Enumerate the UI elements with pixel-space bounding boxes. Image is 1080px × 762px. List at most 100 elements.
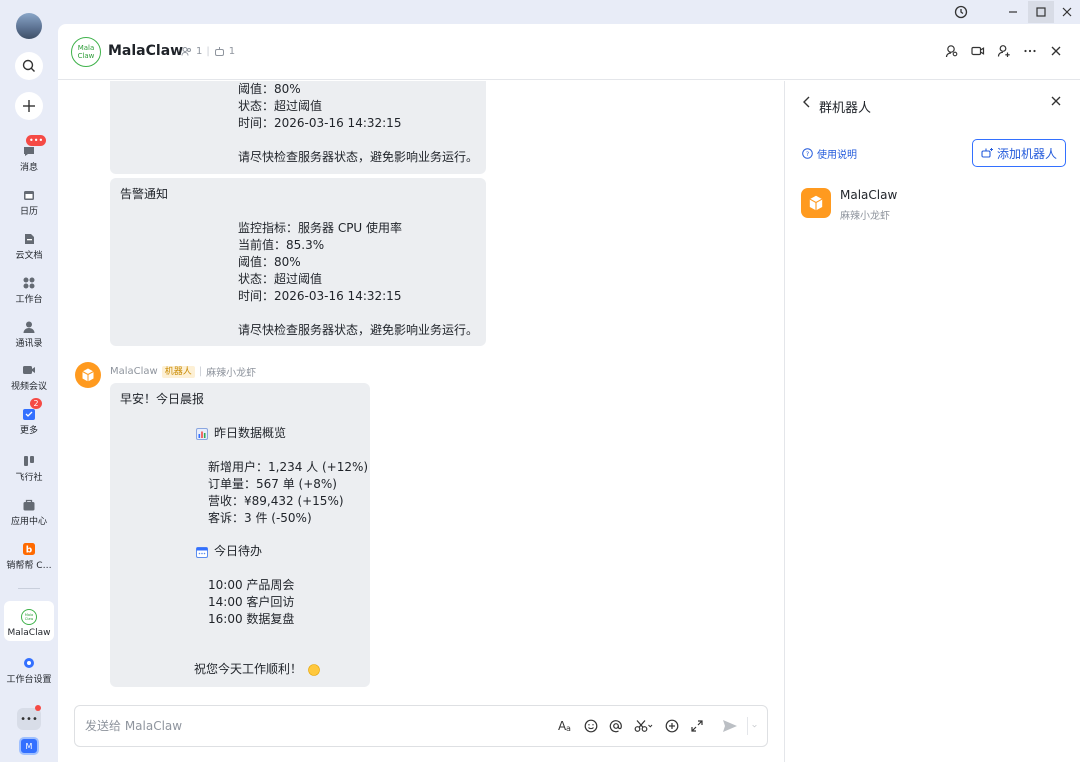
plus-circle-icon — [665, 719, 679, 733]
close-chat-button[interactable] — [1048, 43, 1064, 59]
add-member-icon — [997, 45, 1010, 57]
bot-count[interactable]: 1 — [229, 46, 235, 57]
sidebar-item-flight-club[interactable]: 飞行社 — [0, 451, 58, 491]
expand-icon — [691, 720, 703, 732]
sidebar-item-label: 工作台设置 — [6, 675, 52, 685]
message-closing: 祝您今天工作顺利！ — [194, 661, 320, 678]
group-logo[interactable]: Mala Claw — [71, 37, 101, 67]
workspace-switcher[interactable]: M — [19, 737, 39, 755]
message-input[interactable] — [85, 716, 525, 736]
message-line: 当前值：85.3% — [238, 238, 325, 252]
plus-icon — [23, 100, 35, 112]
sidebar-item-workbench[interactable]: 工作台 — [0, 273, 58, 313]
app-center-icon — [23, 499, 35, 511]
bot-avatar[interactable] — [75, 362, 101, 388]
sidebar-item-contacts[interactable]: 通讯录 — [0, 317, 58, 357]
maximize-button[interactable] — [1028, 1, 1054, 23]
usage-help-link[interactable]: ? 使用说明 — [802, 146, 857, 161]
user-search-icon — [945, 45, 958, 58]
close-panel-button[interactable] — [1050, 95, 1062, 111]
send-button[interactable] — [722, 717, 738, 735]
at-sign-icon — [609, 720, 622, 733]
robot-list-item[interactable]: MalaClaw 麻辣小龙虾 — [801, 184, 1061, 224]
chevron-left-icon — [803, 96, 810, 108]
xbb-icon: b — [23, 543, 35, 556]
mention-button[interactable] — [608, 717, 624, 735]
input-toolbar: Aa — [558, 717, 757, 735]
search-chat-button[interactable] — [944, 43, 960, 59]
add-attachment-button[interactable] — [664, 717, 680, 735]
sidebar-item-workbench-settings[interactable]: 工作台设置 — [0, 653, 58, 693]
sender-info: MalaClaw 机器人 | 麻辣小龙虾 — [110, 365, 257, 379]
sidebar-item-messages[interactable]: ••• 消息 — [0, 135, 58, 181]
robot-name: MalaClaw — [840, 188, 898, 202]
video-call-button[interactable] — [970, 43, 986, 59]
sidebar-item-app-center[interactable]: 应用中心 — [0, 495, 58, 535]
message-line: 10:00 产品周会 — [208, 578, 295, 592]
more-icon — [23, 409, 35, 420]
video-icon — [971, 46, 985, 56]
add-member-button[interactable] — [996, 43, 1012, 59]
message-line: 请尽快检查服务器状态，避免影响业务运行。 — [238, 150, 479, 164]
sidebar-item-label: 日历 — [19, 207, 38, 217]
close-icon — [1051, 96, 1061, 106]
video-meeting-icon — [23, 366, 35, 374]
bar-chart-icon — [196, 427, 208, 440]
message-line: 状态：超过阈值 — [238, 272, 323, 286]
emoji-button[interactable] — [583, 717, 599, 735]
sidebar-item-calendar[interactable]: 日历 — [0, 185, 58, 225]
sidebar-item-label: 应用中心 — [10, 517, 47, 527]
message-line: 16:00 数据复盘 — [208, 612, 295, 626]
smile-emoji-icon — [308, 663, 320, 676]
add-robot-button[interactable]: 添加机器人 — [972, 139, 1066, 167]
bot-description: 麻辣小龙虾 — [206, 368, 257, 379]
messages-badge: ••• — [26, 135, 47, 146]
message-input-box: Aa — [74, 705, 768, 747]
message-bubble-alert[interactable]: 告警通知 监控指标：服务器 CPU 使用率 当前值：85.3% 阈值：80% 状… — [110, 178, 486, 346]
send-options-button[interactable] — [747, 717, 757, 735]
header-actions — [944, 43, 1064, 59]
sidebar-item-video-meeting[interactable]: 视频会议 — [0, 360, 58, 400]
close-window-button[interactable] — [1054, 1, 1080, 23]
history-button[interactable] — [948, 1, 974, 23]
back-button[interactable] — [801, 95, 813, 113]
message-list[interactable]: 阈值：80% 状态：超过阈值 时间：2026-03-16 14:32:15 请尽… — [58, 81, 784, 762]
more-apps-badge — [35, 705, 41, 711]
minimize-button[interactable] — [1000, 1, 1026, 23]
create-button[interactable] — [15, 92, 43, 120]
chat-title[interactable]: MalaClaw — [108, 43, 183, 59]
expand-editor-button[interactable] — [689, 717, 705, 735]
user-avatar[interactable] — [16, 13, 42, 39]
search-button[interactable] — [15, 52, 43, 80]
message-line: 14:00 客户回访 — [208, 595, 295, 609]
text-format-button[interactable]: Aa — [558, 717, 574, 735]
ellipsis-icon: ••• — [20, 713, 38, 725]
sidebar-item-label: 销帮帮 C… — [6, 561, 52, 571]
emoji-icon — [584, 719, 598, 733]
robot-tag: 机器人 — [161, 365, 195, 378]
message-icon — [24, 147, 34, 156]
sidebar-item-malaclaw[interactable]: Mala Claw MalaClaw — [0, 607, 58, 647]
sender-name[interactable]: MalaClaw — [110, 366, 158, 377]
maximize-icon — [1036, 7, 1046, 17]
message-line: 新增用户：1,234 人 (+12%) — [208, 460, 369, 474]
screenshot-button[interactable] — [633, 717, 655, 735]
sidebar-item-label: 通讯录 — [15, 339, 43, 349]
member-count[interactable]: 1 — [196, 46, 202, 57]
chat-window: Mala Claw MalaClaw 1 | 1 阈值：80% 状态：超过阈值 … — [58, 24, 1080, 762]
more-options-button[interactable] — [1022, 43, 1038, 59]
members-icon — [181, 47, 191, 56]
close-icon — [1062, 7, 1072, 17]
workbench-icon — [23, 277, 35, 289]
more-apps-button[interactable]: ••• — [17, 705, 41, 730]
sidebar-item-xbb[interactable]: b 销帮帮 C… — [0, 539, 58, 579]
message-line: 阈值：80% — [238, 255, 301, 269]
sidebar-item-more[interactable]: 2 更多 — [0, 398, 58, 444]
text-format-icon: Aa — [558, 719, 571, 733]
sidebar-item-cloud-docs[interactable]: 云文档 — [0, 229, 58, 269]
history-icon — [954, 5, 968, 19]
sidebar-item-label: 飞行社 — [15, 473, 43, 483]
message-bubble-report[interactable]: 早安！今日晨报 昨日数据概览 新增用户：1,234 人 (+12%) 订单量：5… — [110, 383, 370, 687]
message-bubble-alert-partial[interactable]: 阈值：80% 状态：超过阈值 时间：2026-03-16 14:32:15 请尽… — [110, 81, 486, 174]
more-badge: 2 — [30, 398, 42, 409]
